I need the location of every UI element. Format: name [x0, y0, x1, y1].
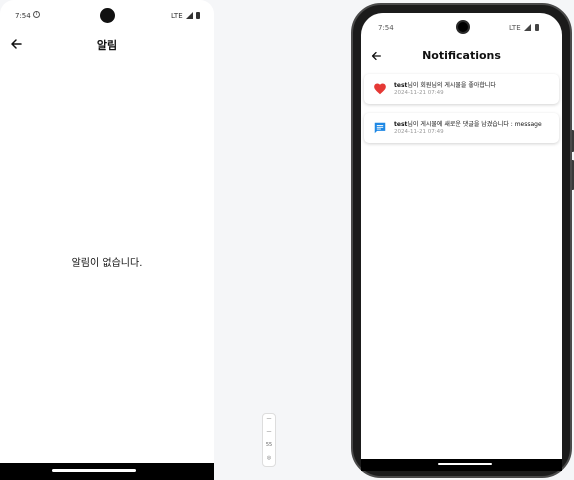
status-bar: 7:54 i LTE — [0, 0, 214, 30]
notification-item-like[interactable]: test님이 회원님의 게시물을 좋아합니다 2024-11-21 07:49 — [364, 74, 559, 104]
heart-icon — [374, 83, 386, 95]
signal-icon — [186, 12, 193, 19]
page-title: 알림 — [96, 39, 118, 52]
notification-text: test님이 게시물에 새로운 댓글을 남겼습니다 : message — [394, 119, 556, 128]
battery-icon — [535, 24, 539, 31]
mini-item[interactable]: — — [265, 416, 273, 422]
signal-icon — [524, 24, 531, 31]
status-time: 7:54 — [378, 24, 394, 32]
home-indicator[interactable] — [438, 463, 492, 465]
page-title: Notifications — [422, 49, 501, 62]
navigation-bar — [0, 463, 214, 480]
empty-state-message: 알림이 없습니다. — [71, 258, 143, 269]
notification-user: test — [394, 82, 408, 89]
info-icon: i — [33, 11, 40, 18]
navigation-bar — [361, 459, 562, 471]
camera-cutout — [456, 20, 470, 34]
notification-timestamp: 2024-11-21 07:49 — [394, 90, 444, 96]
phone-frame: 7:54 LTE Notifications test님이 회원님의 게시물을 … — [351, 3, 572, 478]
network-label: LTE — [171, 12, 183, 20]
notification-message: 님이 게시물에 새로운 댓글을 남겼습니다 : message — [407, 121, 542, 128]
home-indicator[interactable] — [52, 469, 136, 472]
notification-text: test님이 회원님의 게시물을 좋아합니다 — [394, 80, 556, 89]
left-phone-screen: 7:54 i LTE 알림 알림이 없습니다. — [0, 0, 214, 480]
battery-icon — [196, 12, 200, 19]
chat-icon — [374, 122, 386, 134]
notification-user: test — [394, 121, 408, 128]
notification-timestamp: 2024-11-21 07:49 — [394, 129, 444, 135]
mini-item[interactable]: ◎ — [265, 455, 273, 461]
mini-item[interactable]: — — [265, 429, 273, 435]
camera-cutout — [100, 8, 115, 23]
mini-toolbar: — — 55 ◎ — [262, 413, 276, 467]
right-phone-screen: 7:54 LTE Notifications test님이 회원님의 게시물을 … — [361, 13, 562, 459]
network-label: LTE — [509, 24, 521, 32]
mini-item[interactable]: 55 — [265, 442, 273, 448]
status-time: 7:54 — [15, 12, 31, 20]
notification-item-comment[interactable]: test님이 게시물에 새로운 댓글을 남겼습니다 : message 2024… — [364, 113, 559, 143]
notification-message: 님이 회원님의 게시물을 좋아합니다 — [407, 82, 496, 89]
status-bar: 7:54 LTE — [361, 13, 562, 41]
